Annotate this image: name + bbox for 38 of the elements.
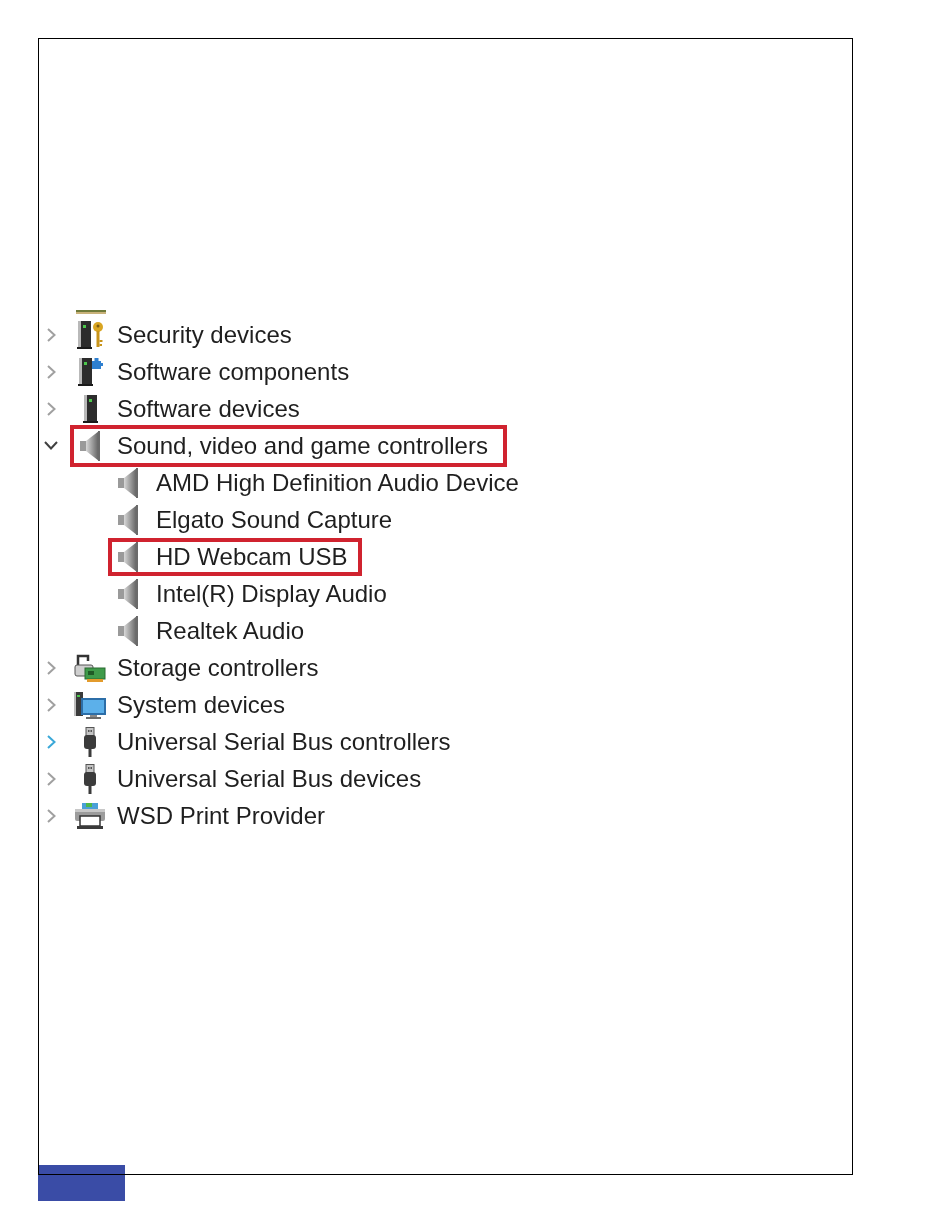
speaker-icon xyxy=(118,467,138,498)
tree-item-label[interactable]: WSD Print Provider xyxy=(117,803,326,828)
tree-item-label[interactable]: Universal Serial Bus controllers xyxy=(117,729,451,754)
tree-item-label[interactable]: Security devices xyxy=(117,322,292,347)
chevron-right-icon[interactable] xyxy=(46,734,56,749)
tree-item-label[interactable]: Intel(R) Display Audio xyxy=(156,581,387,606)
chevron-right-icon[interactable] xyxy=(46,327,56,342)
tree-item-label[interactable]: Sound, video and game controllers xyxy=(117,433,488,458)
printer-icon xyxy=(74,802,106,829)
tower-icon xyxy=(82,393,98,424)
tower-puzzle-icon xyxy=(77,356,103,387)
drive-board-icon xyxy=(74,652,106,683)
tree-item-label[interactable]: Software components xyxy=(117,359,350,384)
chevron-down-icon[interactable] xyxy=(44,441,58,450)
speaker-icon xyxy=(118,615,138,646)
cut-off-icon xyxy=(76,310,106,314)
tree-item-label[interactable]: AMD High Definition Audio Device xyxy=(156,470,519,495)
usb-plug-icon xyxy=(83,726,97,757)
chevron-right-icon[interactable] xyxy=(46,660,56,675)
speaker-icon xyxy=(80,430,100,461)
chevron-right-icon[interactable] xyxy=(46,401,56,416)
chevron-right-icon[interactable] xyxy=(46,697,56,712)
speaker-icon xyxy=(118,578,138,609)
tree-item-label[interactable]: HD Webcam USB xyxy=(156,544,348,569)
chevron-right-icon[interactable] xyxy=(46,364,56,379)
tree-item-label[interactable]: Software devices xyxy=(117,396,300,421)
tree-item-label[interactable]: Realtek Audio xyxy=(156,618,305,643)
tree-item-label[interactable]: Elgato Sound Capture xyxy=(156,507,393,532)
chevron-right-icon[interactable] xyxy=(46,808,56,823)
tree-item-label[interactable]: System devices xyxy=(117,692,286,717)
speaker-icon xyxy=(118,504,138,535)
speaker-icon xyxy=(118,541,138,572)
tree-item-label[interactable]: Storage controllers xyxy=(117,655,319,680)
usb-plug-icon xyxy=(83,763,97,794)
chevron-right-icon[interactable] xyxy=(46,771,56,786)
tower-key-icon xyxy=(76,319,104,350)
tree-item-label[interactable]: Universal Serial Bus devices xyxy=(117,766,422,791)
computer-monitor-icon xyxy=(74,689,106,720)
